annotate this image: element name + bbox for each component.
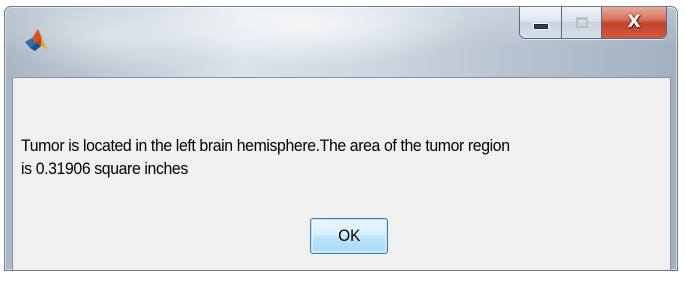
minimize-button[interactable] [520, 7, 562, 38]
message-line-1: Tumor is located in the left brain hemis… [21, 136, 510, 155]
minimize-icon [533, 24, 548, 29]
title-bar[interactable]: X [5, 7, 677, 75]
ok-button-label: OK [337, 226, 361, 245]
dialog-client-area: Tumor is located in the left brain hemis… [12, 77, 671, 270]
maximize-button[interactable] [562, 7, 602, 38]
maximize-icon [575, 17, 588, 28]
dialog-message: Tumor is located in the left brain hemis… [21, 134, 616, 180]
close-icon: X [627, 12, 641, 32]
message-box-window: X Tumor is located in the left brain hem… [4, 6, 678, 271]
ok-button[interactable]: OK [310, 218, 388, 254]
matlab-logo-icon [25, 29, 47, 51]
close-button[interactable]: X [602, 7, 666, 38]
message-line-2: is 0.31906 square inches [21, 159, 188, 178]
caption-buttons: X [519, 7, 667, 39]
